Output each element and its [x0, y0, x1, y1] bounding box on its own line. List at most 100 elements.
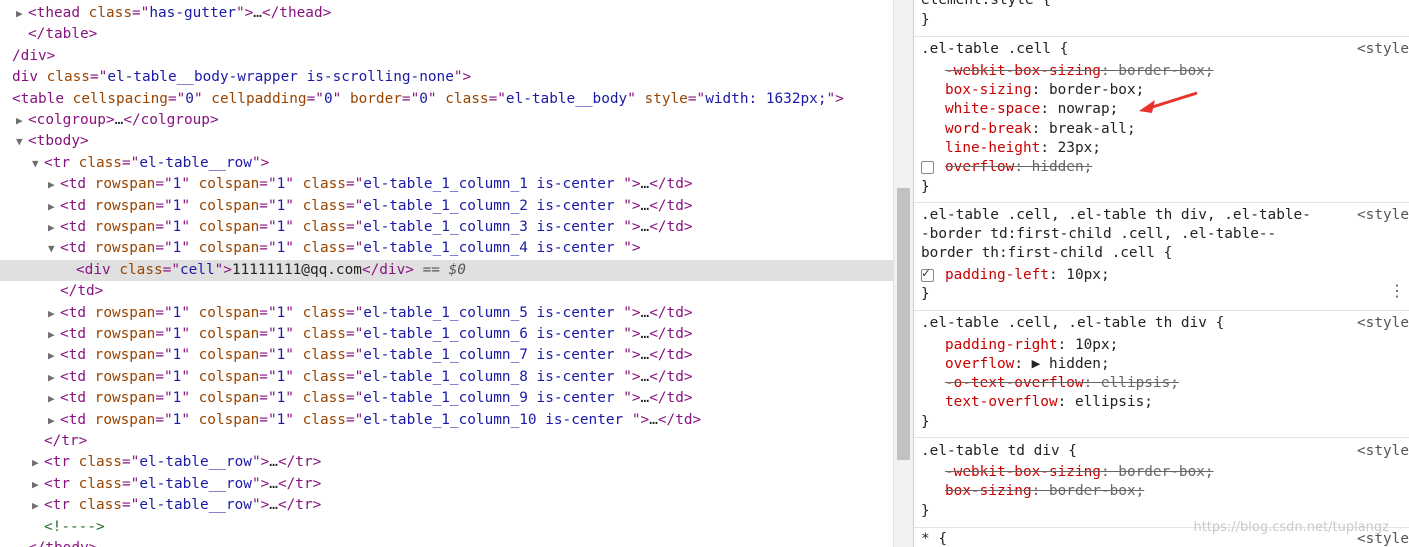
dom-token: "	[285, 240, 303, 257]
dom-token: ="	[155, 390, 173, 407]
dom-node-line[interactable]: ▶ <td rowspan="1" colspan="1" class="el-t…	[0, 217, 693, 238]
dom-token: …	[640, 304, 650, 321]
dom-token: "	[181, 219, 199, 235]
dom-token: rowspan	[94, 197, 156, 214]
styles-pane[interactable]: element.style { } .el-table .cell { <sty…	[913, 0, 1409, 547]
dom-token: ">	[453, 69, 472, 86]
dom-token: ">	[623, 390, 641, 407]
dom-token: ="	[132, 5, 150, 21]
dom-token: class	[46, 69, 90, 86]
dom-node-line[interactable]: /div>	[0, 46, 55, 67]
dom-token: "	[181, 240, 199, 257]
dom-node-line[interactable]: ▼ <tr class="el-table__row">	[0, 153, 269, 174]
dom-node-line[interactable]: </td>	[0, 281, 103, 302]
dom-token: ="	[345, 411, 364, 428]
collapse-triangle-icon[interactable]: ▼	[16, 131, 28, 152]
dom-node-line[interactable]: ▶ <td rowspan="1" colspan="1" class="el-t…	[0, 367, 693, 388]
dom-node-line[interactable]: </table>	[0, 24, 97, 45]
dom-token: "	[181, 326, 199, 342]
dom-node-line[interactable]: </tr>	[0, 431, 87, 452]
dom-token: <!---->	[44, 518, 105, 535]
dom-node-line[interactable]: ▶ <td rowspan="1" colspan="1" class="el-t…	[0, 410, 701, 431]
dom-token: 1	[276, 411, 286, 428]
dom-token: </table>	[28, 26, 98, 43]
dom-token: "	[181, 368, 199, 385]
expand-triangle-icon[interactable]: ▶	[16, 3, 28, 24]
elements-dom-tree[interactable]: ▶ <thead class="has-gutter">…</thead> </ta…	[0, 0, 893, 547]
dom-node-line[interactable]: ▶ <tr class="el-table__row">…</tr>	[0, 452, 321, 473]
dom-node-line[interactable]: ▶ <td rowspan="1" colspan="1" class="el-t…	[0, 388, 693, 409]
expand-triangle-icon[interactable]: ▶	[48, 345, 60, 366]
dom-token: rowspan	[94, 347, 156, 364]
dom-token: </td>	[657, 411, 702, 428]
dom-node-line[interactable]: ▶ <colgroup>…</colgroup>	[0, 110, 219, 131]
dom-tree-scrollbar[interactable]	[893, 0, 913, 547]
expand-triangle-icon[interactable]: ▶	[48, 410, 60, 431]
expand-triangle-icon[interactable]: ▶	[32, 474, 44, 495]
expand-triangle-icon[interactable]: ▶	[48, 367, 60, 388]
dom-token: …	[269, 475, 278, 492]
dom-token: el-table_1_column_9 is-center	[363, 390, 624, 407]
scrollbar-thumb[interactable]	[897, 188, 910, 460]
dom-node-line[interactable]: <!---->	[0, 517, 105, 538]
dom-token: ="	[259, 411, 277, 428]
dom-token: ="	[89, 69, 108, 86]
dom-token: width: 1632px;	[705, 90, 827, 107]
dom-token: el-table_1_column_10 is-center	[363, 411, 632, 428]
dom-token: …	[649, 411, 658, 428]
dom-node-line[interactable]: </tbody>	[0, 538, 97, 547]
dom-token: ="	[488, 90, 506, 107]
expand-triangle-icon[interactable]: ▶	[48, 324, 60, 345]
dom-node-line[interactable]: ▶ <tr class="el-table__row">…</tr>	[0, 474, 321, 495]
dom-token: 1	[172, 219, 182, 235]
dom-token: cellspacing	[72, 90, 168, 107]
rule-5-selector[interactable]: * {	[921, 530, 947, 547]
dom-node-line[interactable]: ▶ <thead class="has-gutter">…</thead>	[0, 3, 331, 24]
dom-token: <	[28, 5, 37, 21]
dom-node-line[interactable]: <table cellspacing="0" cellpadding="0" b…	[0, 89, 844, 110]
dom-token: <td	[60, 240, 95, 257]
dom-token: "	[285, 390, 303, 407]
dom-token: …	[640, 326, 650, 342]
expand-triangle-icon[interactable]: ▶	[48, 196, 60, 217]
dom-token: el-table__row	[139, 497, 252, 514]
dom-token: ">	[623, 219, 641, 235]
dom-token: …	[640, 219, 650, 235]
dom-token: "	[285, 176, 303, 193]
dom-token: 1	[276, 219, 286, 235]
dom-node-line[interactable]: div class="el-table__body-wrapper is-scr…	[0, 67, 471, 88]
expand-triangle-icon[interactable]: ▶	[48, 217, 60, 238]
expand-triangle-icon[interactable]: ▶	[48, 388, 60, 409]
dom-node-line[interactable]: ▼ <td rowspan="1" colspan="1" class="el-t…	[0, 238, 641, 259]
dom-token: has-gutter	[149, 5, 236, 21]
dom-node-line[interactable]: ▶ <td rowspan="1" colspan="1" class="el-t…	[0, 303, 693, 324]
dom-node-line[interactable]: ▶ <td rowspan="1" colspan="1" class="el-t…	[0, 324, 693, 345]
expand-triangle-icon[interactable]: ▶	[48, 303, 60, 324]
dom-token: class	[302, 240, 346, 257]
dom-node-line[interactable]: ▶ <td rowspan="1" colspan="1" class="el-t…	[0, 196, 693, 217]
expand-triangle-icon[interactable]: ▶	[32, 452, 44, 473]
dom-node-line[interactable]: ▼ <tbody>	[0, 131, 89, 152]
dom-token: </td>	[649, 368, 693, 385]
collapse-triangle-icon[interactable]: ▼	[48, 238, 60, 259]
dom-node-line[interactable]: ▶ <td rowspan="1" colspan="1" class="el-t…	[0, 174, 693, 195]
expand-triangle-icon[interactable]: ▶	[16, 110, 28, 131]
dom-token: ="	[259, 304, 277, 321]
dom-token: ="	[155, 368, 173, 385]
expand-triangle-icon[interactable]: ▶	[32, 495, 44, 516]
dom-token: el-table_1_column_6 is-center	[363, 326, 624, 342]
expand-triangle-icon[interactable]: ▶	[48, 174, 60, 195]
dom-node-selected[interactable]: <div class="cell">11111111@qq.com</div> …	[0, 259, 893, 281]
dom-token: ="	[259, 326, 277, 342]
dom-node-line[interactable]: ▶ <td rowspan="1" colspan="1" class="el-t…	[0, 345, 693, 366]
dom-token: "	[181, 176, 199, 193]
dom-token: </thead>	[261, 5, 332, 21]
rule-divider	[914, 36, 1409, 203]
dom-token: ="	[687, 90, 706, 107]
dom-token: colspan	[198, 240, 260, 257]
dom-token: <td	[60, 411, 95, 428]
collapse-triangle-icon[interactable]: ▼	[32, 153, 44, 174]
dom-token: cellpadding	[211, 90, 307, 107]
dom-token: thead	[36, 5, 80, 21]
dom-node-line[interactable]: ▶ <tr class="el-table__row">…</tr>	[0, 495, 321, 516]
